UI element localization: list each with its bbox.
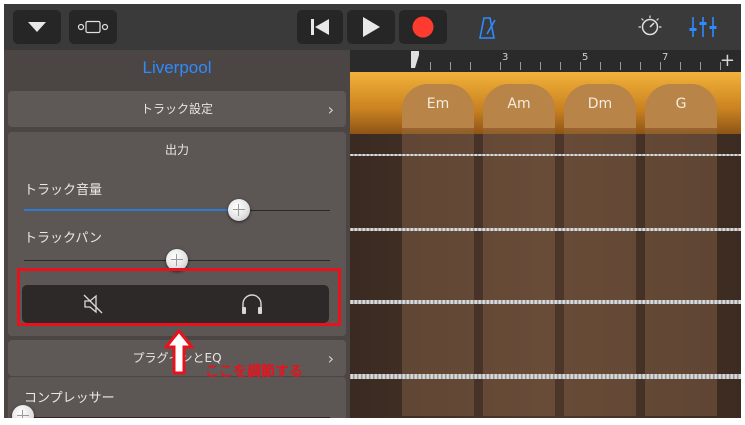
chord-label: Dm xyxy=(587,96,613,112)
chord-strip-am[interactable]: Am xyxy=(483,84,555,416)
sliders-icon xyxy=(689,17,717,37)
track-pan-label: トラックパン xyxy=(24,231,103,246)
ruler-mark: 5 xyxy=(582,52,589,63)
rewind-button[interactable] xyxy=(297,10,343,44)
chevron-right-icon: › xyxy=(327,349,334,368)
ruler-mark: 7 xyxy=(662,52,669,63)
top-toolbar xyxy=(4,4,741,50)
track-volume-slider[interactable] xyxy=(228,199,250,221)
guitar-string xyxy=(350,228,741,231)
triangle-down-icon xyxy=(28,22,46,32)
annotation-text: ここを調節する xyxy=(205,364,303,380)
chord-label: G xyxy=(675,96,687,112)
browser-menu-button[interactable] xyxy=(13,10,61,44)
playhead-icon xyxy=(411,51,419,68)
mixer-button[interactable] xyxy=(686,10,720,44)
track-settings-label: トラック設定 xyxy=(140,102,213,116)
garageband-window: Liverpool トラック設定 › 出力 トラック音量 トラックパン › コン… xyxy=(4,4,741,418)
chord-label: Em xyxy=(426,96,450,112)
chord-strip-dm[interactable]: Dm xyxy=(564,84,636,416)
output-heading: 出力 xyxy=(164,143,189,157)
add-section-button[interactable]: + xyxy=(720,50,735,71)
track-volume-label: トラック音量 xyxy=(24,183,103,198)
guitar-string xyxy=(350,374,741,379)
highlight-box xyxy=(17,268,341,326)
skip-back-icon xyxy=(311,19,329,35)
timeline-ruler[interactable]: 3 5 7 + xyxy=(350,50,741,72)
record-button[interactable] xyxy=(399,10,447,44)
chord-strip-em[interactable]: Em xyxy=(402,84,474,416)
guitar-string xyxy=(350,300,741,304)
guitar-string xyxy=(350,154,741,156)
settings-button[interactable] xyxy=(633,10,667,44)
play-icon xyxy=(363,17,380,37)
tracks-view-icon xyxy=(77,20,109,34)
record-icon xyxy=(412,16,434,38)
track-controls-panel: Liverpool トラック設定 › 出力 トラック音量 トラックパン › コン… xyxy=(4,50,350,418)
panel-title: Liverpool xyxy=(142,58,212,77)
metronome-button[interactable] xyxy=(472,10,502,44)
chord-label: Am xyxy=(507,96,531,112)
guitar-fretboard[interactable]: 3 5 7 + Em Am Dm G xyxy=(350,50,741,418)
compressor-track xyxy=(24,417,330,418)
gauge-icon xyxy=(638,15,662,36)
metronome-icon xyxy=(479,17,496,39)
chevron-right-icon: › xyxy=(327,100,334,119)
play-button[interactable] xyxy=(347,10,395,44)
track-volume-fill xyxy=(24,209,238,211)
chord-strip-g[interactable]: G xyxy=(645,84,717,416)
compressor-label: コンプレッサー xyxy=(24,391,115,406)
view-toggle-button[interactable] xyxy=(69,10,117,44)
track-settings-row[interactable]: トラック設定 › xyxy=(8,91,346,127)
ruler-mark: 3 xyxy=(502,52,509,63)
up-arrow-icon xyxy=(162,328,196,379)
